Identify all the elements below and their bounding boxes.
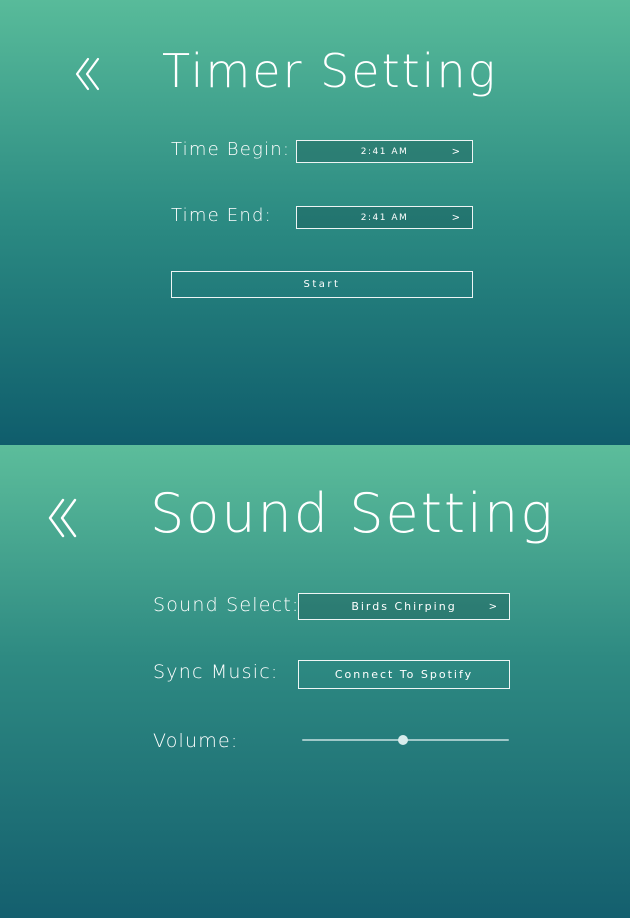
sound-back-button[interactable] xyxy=(47,497,79,539)
connect-spotify-button[interactable]: Connect To Spotify xyxy=(298,660,510,689)
chevron-right-icon: > xyxy=(451,212,460,223)
sound-select-value: Birds Chirping xyxy=(351,600,457,613)
sound-select-label: Sound Select: xyxy=(153,594,300,616)
time-begin-label: Time Begin: xyxy=(171,139,291,160)
timer-back-button[interactable] xyxy=(74,56,102,92)
chevron-right-icon: > xyxy=(451,146,460,157)
volume-slider[interactable] xyxy=(302,731,509,749)
time-end-label: Time End: xyxy=(171,205,272,226)
sync-music-label: Sync Music: xyxy=(153,661,279,683)
sound-select-picker[interactable]: Birds Chirping > xyxy=(298,593,510,620)
volume-thumb[interactable] xyxy=(398,735,409,745)
connect-spotify-label: Connect To Spotify xyxy=(334,668,474,681)
double-chevron-left-icon xyxy=(48,498,77,538)
double-chevron-left-icon xyxy=(75,57,100,91)
volume-label: Volume: xyxy=(153,730,239,752)
start-button-label: Start xyxy=(303,279,341,290)
time-end-picker[interactable]: 2:41 AM > xyxy=(296,206,473,229)
chevron-right-icon: > xyxy=(488,601,497,612)
sound-setting-panel: Sound Setting Sound Select: Birds Chirpi… xyxy=(0,445,630,918)
timer-page-title: Timer Setting xyxy=(162,44,498,98)
timer-setting-panel: Timer Setting Time Begin: 2:41 AM > Time… xyxy=(0,0,630,445)
sound-page-title: Sound Setting xyxy=(150,482,555,545)
time-begin-picker[interactable]: 2:41 AM > xyxy=(296,140,473,163)
time-begin-value: 2:41 AM xyxy=(360,146,409,157)
start-button[interactable]: Start xyxy=(171,271,473,298)
time-end-value: 2:41 AM xyxy=(360,212,409,223)
